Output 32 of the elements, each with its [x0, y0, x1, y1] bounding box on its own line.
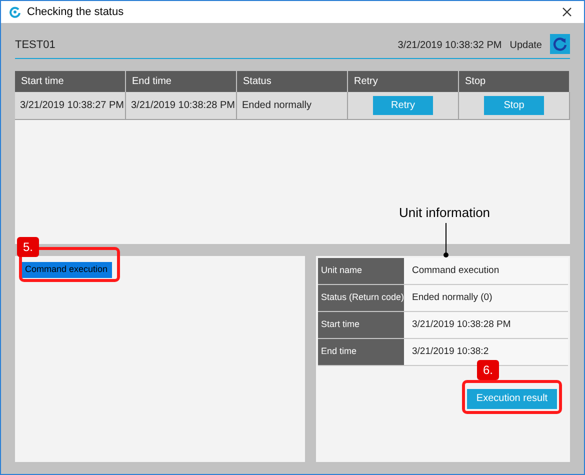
close-icon[interactable]: [562, 7, 572, 17]
table-cell-text: 3/21/2019 10:38:27 PM: [20, 99, 124, 113]
job-name: TEST01: [15, 38, 56, 54]
leader-line: [442, 223, 450, 259]
retry-button[interactable]: Retry: [373, 96, 433, 115]
column-header: Start time: [21, 75, 64, 89]
column-header: Status: [243, 75, 272, 89]
info-label: Status (Return code): [321, 291, 404, 304]
column-header: End time: [132, 75, 172, 89]
refresh-button[interactable]: [550, 34, 570, 54]
step-badge: 5.: [17, 237, 39, 257]
info-value: Ended normally (0): [412, 290, 492, 305]
info-value: 3/21/2019 10:38:2: [412, 344, 489, 359]
refresh-icon: [552, 36, 568, 52]
table-cell-text: 3/21/2019 10:38:28 PM: [131, 99, 235, 113]
step-badge: 6.: [477, 360, 499, 380]
execution-result-button[interactable]: Execution result: [467, 388, 557, 408]
info-label: Start time: [321, 318, 360, 332]
callout-label: Unit information: [399, 204, 490, 222]
column-header: Stop: [465, 75, 486, 89]
info-label: End time: [321, 345, 357, 358]
table-cell-text: Ended normally: [242, 99, 312, 113]
stop-button[interactable]: Stop: [484, 96, 544, 115]
unit-item[interactable]: Command execution: [21, 262, 112, 278]
info-value: Command execution: [412, 264, 500, 278]
info-value: 3/21/2019 10:38:28 PM: [412, 318, 511, 332]
app-icon: [9, 6, 21, 18]
column-header: Retry: [354, 75, 378, 89]
update-label: Update: [510, 39, 542, 53]
window-title: Checking the status: [27, 4, 124, 20]
info-label: Unit name: [321, 264, 362, 278]
timestamp: 3/21/2019 10:38:32 PM: [398, 39, 502, 53]
